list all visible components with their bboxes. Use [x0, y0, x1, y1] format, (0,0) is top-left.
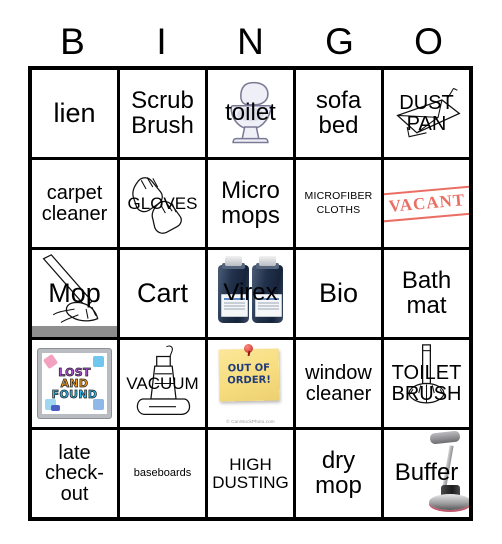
bingo-card: B I N G O lien Scrub Brush toilet sofa b…: [0, 0, 502, 544]
jug-cap: [225, 255, 242, 266]
cell-label: dry mop: [315, 446, 362, 499]
header-letter-b: B: [60, 20, 85, 62]
cell-label: VACUUM: [126, 373, 199, 393]
bingo-cell-i2[interactable]: GLOVES: [120, 160, 205, 247]
cell-label: lien: [53, 97, 96, 128]
header-letter-o: O: [414, 20, 443, 62]
bingo-cell-b2[interactable]: carpet cleaner: [32, 160, 117, 247]
bingo-cell-g5[interactable]: dry mop: [296, 430, 381, 517]
lost-and-found-text: LOST AND FOUND: [51, 366, 98, 402]
buffer-base: [429, 494, 469, 510]
bingo-cell-g1[interactable]: sofa bed: [296, 70, 381, 157]
lost-and-found-sign: LOST AND FOUND: [38, 349, 111, 418]
bingo-cell-n5[interactable]: HIGH DUSTING: [208, 430, 293, 517]
pushpin-icon: [244, 344, 253, 353]
scissors-doodle: [93, 356, 104, 367]
cell-label: window cleaner: [305, 361, 372, 405]
cell-label: carpet cleaner: [41, 181, 108, 225]
cell-label: Scrub Brush: [131, 86, 194, 139]
cell-label: Bio: [318, 277, 359, 308]
bingo-cell-g2[interactable]: MICROFIBER CLOTHS: [296, 160, 381, 247]
note-line-2: ORDER!: [227, 374, 271, 387]
cell-label: GLOVES: [127, 193, 198, 213]
cell-label: TOILET BRUSH: [391, 361, 462, 405]
bingo-cell-i4[interactable]: VACUUM: [120, 340, 205, 427]
bingo-cell-g4[interactable]: window cleaner: [296, 340, 381, 427]
floor-strip: [32, 326, 117, 337]
jug-cap: [259, 255, 276, 266]
found-line: FOUND: [51, 388, 98, 402]
bingo-cell-b3[interactable]: Mop: [32, 250, 117, 337]
bingo-cell-i1[interactable]: Scrub Brush: [120, 70, 205, 157]
bingo-cell-b1[interactable]: lien: [32, 70, 117, 157]
bingo-cell-b4[interactable]: LOST AND FOUND: [32, 340, 117, 427]
bingo-cell-o5[interactable]: Buffer: [384, 430, 469, 517]
cell-label: HIGH DUSTING: [212, 455, 289, 492]
cell-label: sofa bed: [315, 86, 362, 139]
eraser-doodle: [51, 405, 60, 411]
cell-label: MICROFIBER CLOTHS: [304, 190, 373, 216]
bingo-cell-n2[interactable]: Micro mops: [208, 160, 293, 247]
bingo-cell-o1[interactable]: DUST PAN: [384, 70, 469, 157]
header-letter-n: N: [237, 20, 264, 62]
cell-label: toilet: [225, 99, 276, 127]
bingo-cell-n3[interactable]: Virex: [208, 250, 293, 337]
cell-label: Mop: [48, 277, 101, 308]
bingo-cell-n1[interactable]: toilet: [208, 70, 293, 157]
bingo-cell-g3[interactable]: Bio: [296, 250, 381, 337]
vacant-stamp: VACANT: [384, 184, 469, 223]
bingo-cell-o2[interactable]: VACANT: [384, 160, 469, 247]
bingo-cell-o4[interactable]: TOILET BRUSH: [384, 340, 469, 427]
cell-label: baseboards: [133, 466, 192, 479]
cell-label: DUST PAN: [399, 91, 454, 135]
cell-label: Buffer: [394, 459, 459, 487]
out-of-order-note: OUT OF ORDER!: [218, 348, 280, 402]
book-doodle: [93, 399, 104, 410]
cell-label: late check-out: [45, 441, 104, 505]
cell-label: Bath mat: [401, 266, 452, 319]
header-letter-g: G: [325, 20, 354, 62]
note-line-1: OUT OF: [227, 362, 271, 374]
cell-label: Cart: [136, 277, 188, 308]
bingo-cell-i5[interactable]: baseboards: [120, 430, 205, 517]
bingo-header-row: B I N G O: [28, 18, 473, 64]
bingo-cell-o3[interactable]: Bath mat: [384, 250, 469, 337]
bingo-grid: lien Scrub Brush toilet sofa bed DUST PA…: [28, 66, 473, 521]
stock-photo-watermark: © CanStockPhoto.com: [226, 419, 275, 424]
bingo-cell-n4[interactable]: OUT OF ORDER! © CanStockPhoto.com: [208, 340, 293, 427]
out-of-order-text: OUT OF ORDER!: [227, 362, 271, 388]
cell-label: Virex: [223, 279, 278, 307]
header-letter-i: I: [156, 20, 167, 62]
bingo-cell-b5[interactable]: late check-out: [32, 430, 117, 517]
bingo-cell-i3[interactable]: Cart: [120, 250, 205, 337]
buffer-handle: [429, 430, 461, 445]
cell-label: Micro mops: [221, 176, 280, 229]
